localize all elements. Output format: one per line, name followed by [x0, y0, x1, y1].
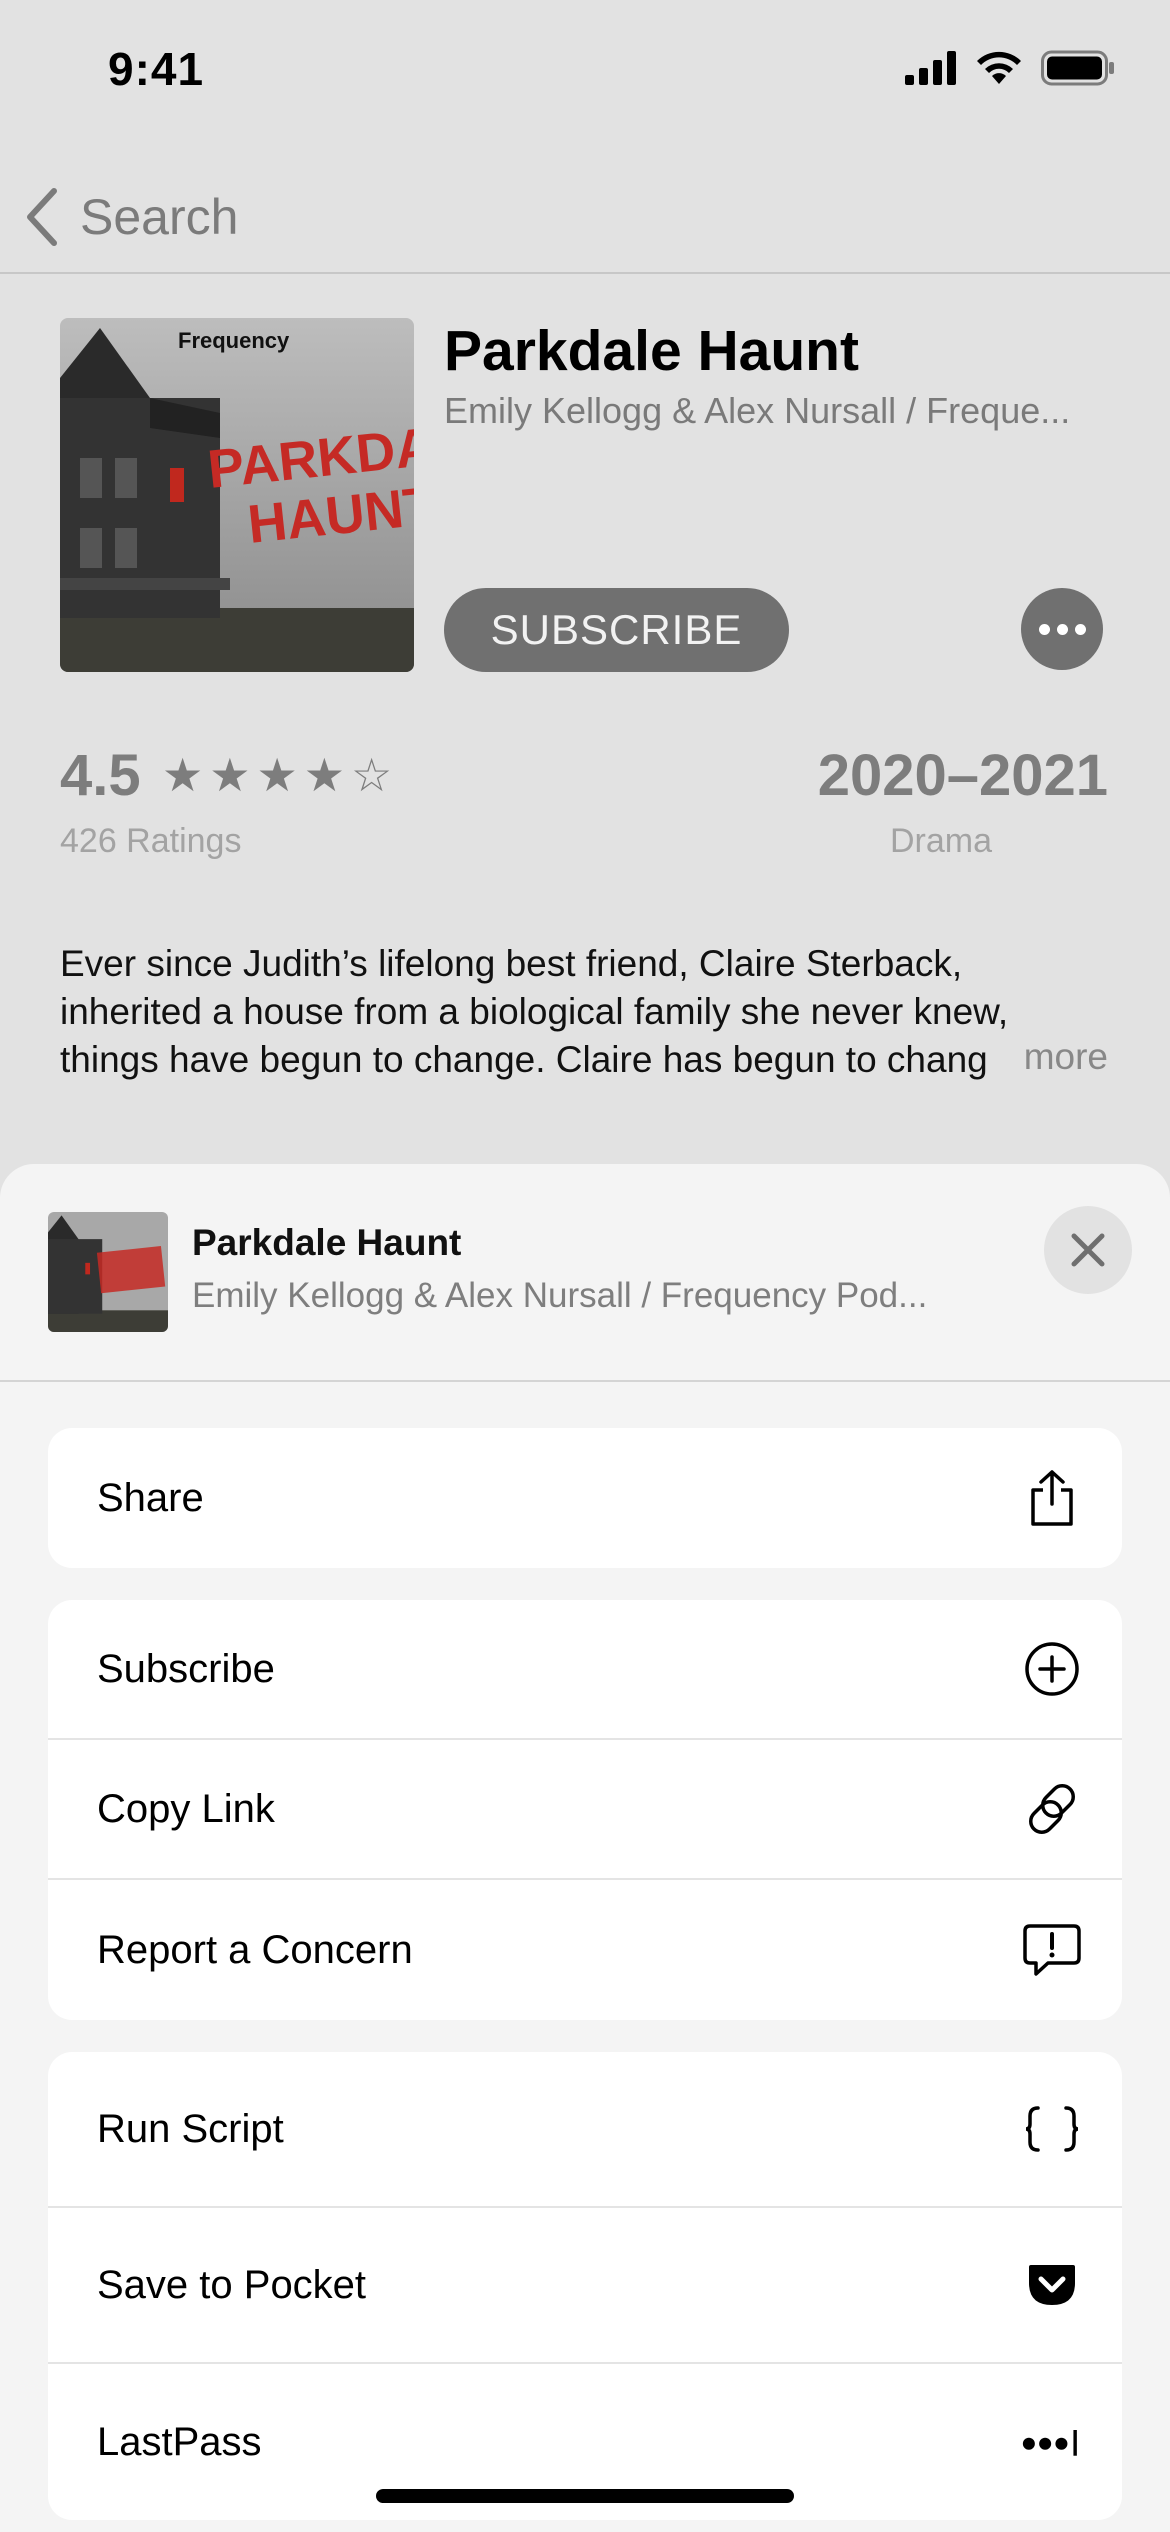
- rating-value: 4.5: [60, 743, 141, 808]
- sheet-subtitle: Emily Kellogg & Alex Nursall / Frequency…: [192, 1276, 928, 1315]
- chevron-left-icon: [27, 188, 57, 246]
- action-report-concern[interactable]: Report a Concern: [48, 1880, 1122, 2020]
- wifi-icon: [977, 51, 1021, 84]
- podcast-description: Ever since Judith’s lifelong best friend…: [60, 943, 1009, 1080]
- back-button[interactable]: Search: [24, 178, 238, 256]
- share-sheet: Parkdale Haunt Emily Kellogg & Alex Nurs…: [0, 1164, 1170, 2532]
- action-run-script[interactable]: Run Script: [48, 2052, 1122, 2208]
- podcast-author[interactable]: Emily Kellogg & Alex Nursall / Freque...: [444, 390, 1104, 432]
- more-options-button[interactable]: [1021, 588, 1103, 670]
- subscribe-button[interactable]: SUBSCRIBE: [444, 588, 789, 672]
- action-copy-link[interactable]: Copy Link: [48, 1740, 1122, 1880]
- action-report-concern-label: Report a Concern: [97, 1927, 413, 1972]
- cellular-signal-icon: [905, 51, 956, 85]
- action-group-extensions: Run Script Save to Pocket LastPass: [48, 2052, 1122, 2520]
- navigation-bar: Search: [0, 160, 1170, 274]
- exclamation-bubble-icon: [1022, 1920, 1082, 1980]
- action-copy-link-label: Copy Link: [97, 1786, 275, 1831]
- share-icon: [1022, 1468, 1082, 1528]
- lastpass-icon: [1022, 2412, 1082, 2472]
- sheet-title: Parkdale Haunt: [192, 1222, 462, 1263]
- genre-label: Drama: [890, 822, 993, 860]
- artwork-brand: Frequency: [178, 328, 290, 353]
- action-share[interactable]: Share: [48, 1428, 1122, 1568]
- action-share-label: Share: [97, 1475, 204, 1520]
- action-subscribe[interactable]: Subscribe: [48, 1600, 1122, 1740]
- plus-circle-icon: [1022, 1639, 1082, 1699]
- podcast-title: Parkdale Haunt: [444, 319, 859, 383]
- action-group-main: Subscribe Copy Link Report a Concern: [48, 1600, 1122, 2020]
- braces-icon: [1022, 2099, 1082, 2159]
- years-active: 2020–2021: [817, 743, 1108, 808]
- description-more-link[interactable]: more: [983, 1036, 1108, 1078]
- action-subscribe-label: Subscribe: [97, 1646, 275, 1691]
- podcast-artwork: Frequency PARKDALE HAUNT: [60, 318, 414, 672]
- status-time: 9:41: [108, 43, 205, 95]
- sheet-artwork-thumbnail: [48, 1212, 168, 1332]
- link-icon: [1022, 1779, 1082, 1839]
- ellipsis-icon: [1038, 623, 1050, 635]
- battery-icon: [1041, 50, 1114, 86]
- close-button[interactable]: [1044, 1206, 1132, 1294]
- action-run-script-label: Run Script: [97, 2106, 284, 2151]
- status-bar: 9:41: [0, 0, 1170, 150]
- sheet-header: Parkdale Haunt Emily Kellogg & Alex Nurs…: [0, 1164, 1170, 1382]
- star-rating-icon: ★★★★☆: [162, 749, 399, 801]
- action-save-to-pocket-label: Save to Pocket: [97, 2262, 367, 2307]
- back-label: Search: [80, 189, 239, 245]
- rating-count: 426 Ratings: [60, 822, 242, 860]
- pocket-icon: [1022, 2255, 1082, 2315]
- action-lastpass-label: LastPass: [97, 2419, 262, 2464]
- home-indicator[interactable]: [376, 2489, 794, 2503]
- action-save-to-pocket[interactable]: Save to Pocket: [48, 2208, 1122, 2364]
- action-group-share: Share: [48, 1428, 1122, 1568]
- close-icon: [1071, 1233, 1105, 1267]
